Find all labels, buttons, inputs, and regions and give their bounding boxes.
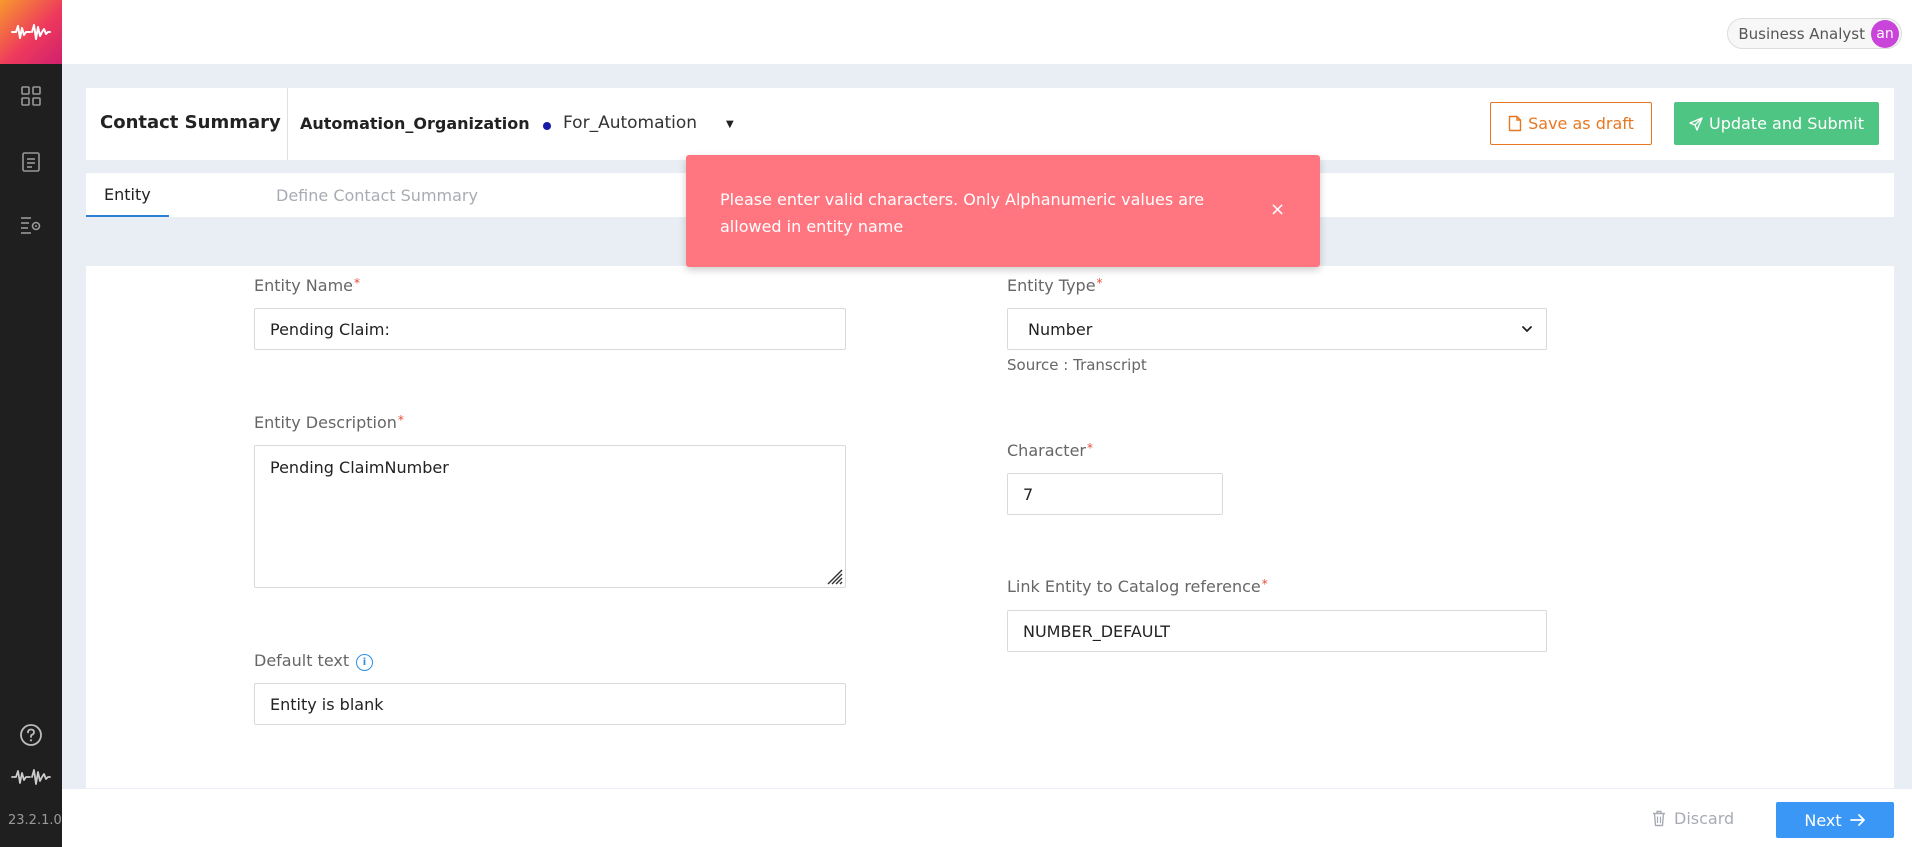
toast-message: Please enter valid characters. Only Alph… <box>720 190 1205 236</box>
environment-selector[interactable]: For_Automation <box>563 113 697 133</box>
caret-down-icon[interactable]: ▼ <box>726 119 734 130</box>
sidebar: 23.2.1.0 <box>0 0 62 847</box>
catalog-reference-field[interactable]: NUMBER_DEFAULT <box>1007 610 1547 652</box>
entity-name-field[interactable]: Pending Claim: <box>254 308 846 350</box>
save-draft-button[interactable]: Save as draft <box>1490 102 1652 145</box>
catalog-reference-value: NUMBER_DEFAULT <box>1023 621 1170 641</box>
default-text-field[interactable]: Entity is blank <box>254 683 846 725</box>
settings-list-icon[interactable] <box>19 213 43 237</box>
avatar[interactable]: an <box>1871 19 1899 48</box>
arrow-right-icon <box>1849 814 1865 826</box>
page-title: Contact Summary <box>100 112 281 133</box>
required-marker: * <box>1096 276 1103 290</box>
bottom-bar: Discard Next <box>62 789 1912 847</box>
trash-icon <box>1653 810 1665 826</box>
user-role: Business Analyst <box>1738 24 1865 43</box>
environment-status-dot <box>543 122 551 130</box>
user-menu[interactable]: Business Analyst an <box>1727 18 1902 49</box>
entity-type-source: Source : Transcript <box>1007 356 1147 374</box>
document-icon <box>1508 115 1522 132</box>
error-toast: Please enter valid characters. Only Alph… <box>686 155 1320 267</box>
next-button[interactable]: Next <box>1776 802 1894 838</box>
default-text-value: Entity is blank <box>270 694 384 714</box>
discard-label: Discard <box>1674 808 1735 828</box>
send-icon <box>1689 116 1703 131</box>
header-card: Contact Summary Automation_Organization … <box>86 88 1894 160</box>
entity-name-label: Entity Name* <box>254 276 360 295</box>
entity-type-value: Number <box>1028 319 1093 339</box>
close-icon[interactable]: × <box>1270 199 1285 220</box>
update-submit-button[interactable]: Update and Submit <box>1674 102 1879 145</box>
discard-button[interactable]: Discard <box>1652 799 1762 837</box>
organization-name: Automation_Organization <box>300 114 530 133</box>
top-bar: Business Analyst an <box>62 0 1912 64</box>
tab-define-contact-summary[interactable]: Define Contact Summary <box>258 173 496 217</box>
entity-type-label: Entity Type* <box>1007 276 1103 295</box>
grid-icon[interactable] <box>19 84 43 108</box>
waveform-logo-icon <box>10 765 52 789</box>
waveform-logo-icon <box>11 24 51 40</box>
chevron-down-icon <box>1522 326 1532 333</box>
document-icon[interactable] <box>19 150 43 174</box>
entity-form: Entity Name* Pending Claim: Entity Descr… <box>86 266 1894 788</box>
resize-grip-icon[interactable] <box>823 565 843 585</box>
app-logo[interactable] <box>0 0 62 64</box>
character-field[interactable]: 7 <box>1007 473 1223 515</box>
default-text-label: Default text <box>254 651 350 670</box>
update-submit-label: Update and Submit <box>1709 114 1864 133</box>
divider <box>287 88 288 160</box>
required-marker: * <box>397 413 404 427</box>
save-draft-label: Save as draft <box>1528 114 1634 133</box>
entity-name-value: Pending Claim: <box>270 319 390 339</box>
required-marker: * <box>1261 577 1268 591</box>
required-marker: * <box>354 276 360 290</box>
catalog-reference-label: Link Entity to Catalog reference* <box>1007 577 1268 596</box>
help-icon[interactable] <box>19 723 43 747</box>
required-marker: * <box>1087 441 1093 455</box>
entity-description-field[interactable]: Pending ClaimNumber <box>254 445 846 588</box>
next-label: Next <box>1804 810 1842 830</box>
info-icon[interactable]: i <box>356 654 373 671</box>
entity-description-value: Pending ClaimNumber <box>270 458 449 477</box>
character-label: Character* <box>1007 441 1093 460</box>
entity-description-label: Entity Description* <box>254 413 404 432</box>
entity-type-select[interactable]: Number <box>1007 308 1547 350</box>
character-value: 7 <box>1023 484 1034 504</box>
app-version: 23.2.1.0 <box>8 813 62 828</box>
tab-entity[interactable]: Entity <box>86 173 169 217</box>
